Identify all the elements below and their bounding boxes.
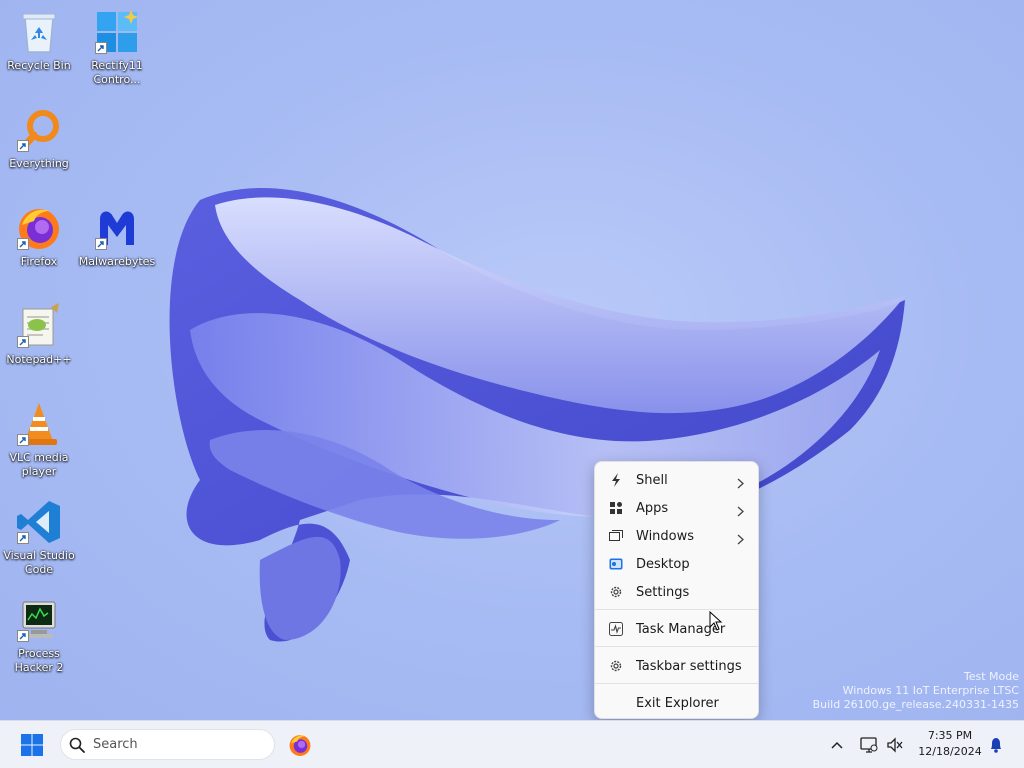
clock-time: 7:35 PM bbox=[927, 729, 973, 742]
desktop-icon-notepadpp[interactable]: Notepad++ bbox=[0, 302, 78, 367]
shell-icon bbox=[609, 473, 623, 487]
notepad-plus-plus-icon bbox=[15, 302, 63, 350]
search-icon bbox=[69, 737, 85, 753]
menu-item-settings[interactable]: Settings bbox=[599, 578, 754, 606]
shortcut-arrow-icon bbox=[95, 238, 107, 250]
search-placeholder: Search bbox=[93, 737, 138, 752]
shortcut-arrow-icon bbox=[17, 336, 29, 348]
desktop-icon-vlc[interactable]: VLC media player bbox=[0, 400, 78, 479]
menu-item-windows[interactable]: Windows bbox=[599, 522, 754, 550]
shortcut-arrow-icon bbox=[17, 140, 29, 152]
vscode-icon bbox=[15, 498, 63, 546]
menu-item-task-manager[interactable]: Task Manager bbox=[599, 615, 754, 643]
menu-item-exit-explorer[interactable]: Exit Explorer bbox=[599, 689, 754, 717]
menu-item-label: Shell bbox=[636, 472, 668, 488]
show-hidden-icons-button[interactable] bbox=[830, 733, 844, 761]
windows-logo-icon bbox=[21, 734, 43, 756]
desktop-icon-label: Recycle Bin bbox=[7, 59, 71, 72]
firefox-icon bbox=[289, 735, 311, 756]
menu-item-taskbar-settings[interactable]: Taskbar settings bbox=[599, 652, 754, 680]
desktop-icon-label: VLC media player bbox=[9, 451, 69, 478]
desktop-icon-label: Everything bbox=[9, 157, 69, 170]
network-icon bbox=[860, 737, 878, 753]
menu-separator bbox=[595, 683, 758, 684]
taskbar-app-firefox[interactable] bbox=[288, 733, 312, 757]
menu-item-label: Settings bbox=[636, 584, 690, 600]
chevron-up-icon bbox=[831, 741, 843, 749]
menu-item-label: Windows bbox=[636, 528, 695, 544]
menu-item-label: Taskbar settings bbox=[636, 658, 742, 674]
task-manager-icon bbox=[609, 622, 623, 636]
volume-muted-icon bbox=[887, 737, 903, 753]
menu-item-label: Desktop bbox=[636, 556, 690, 572]
gear-icon bbox=[609, 659, 623, 673]
taskbar-search-box[interactable]: Search bbox=[60, 729, 275, 760]
mouse-cursor-icon bbox=[709, 611, 723, 631]
desktop-icon-firefox[interactable]: Firefox bbox=[0, 204, 78, 269]
start-button[interactable] bbox=[20, 733, 44, 757]
bell-icon bbox=[991, 738, 1001, 753]
desktop-icon-recycle-bin[interactable]: Recycle Bin bbox=[0, 8, 78, 73]
desktop-icon-malwarebytes[interactable]: Malwarebytes bbox=[78, 204, 156, 269]
shortcut-arrow-icon bbox=[17, 532, 29, 544]
menu-separator bbox=[595, 646, 758, 647]
apps-grid-icon bbox=[609, 501, 623, 515]
menu-item-apps[interactable]: Apps bbox=[599, 494, 754, 522]
shortcut-arrow-icon bbox=[17, 434, 29, 446]
everything-search-icon bbox=[15, 106, 63, 154]
gear-icon bbox=[609, 585, 623, 599]
menu-item-desktop[interactable]: Desktop bbox=[599, 550, 754, 578]
recycle-bin-icon bbox=[15, 8, 63, 56]
desktop-icon bbox=[609, 557, 623, 571]
firefox-icon bbox=[15, 204, 63, 252]
desktop-icon-everything[interactable]: Everything bbox=[0, 106, 78, 171]
menu-item-label: Exit Explorer bbox=[636, 695, 719, 711]
notifications-button[interactable] bbox=[988, 733, 1004, 761]
desktop-icon-process-hacker[interactable]: Process Hacker 2 bbox=[0, 596, 78, 675]
malwarebytes-icon bbox=[93, 204, 141, 252]
taskbar: Search 7:35 PM 12/18/2024 bbox=[0, 720, 1024, 768]
desktop-icon-label: Notepad++ bbox=[6, 353, 72, 366]
shortcut-arrow-icon bbox=[17, 630, 29, 642]
rectify11-control-panel-icon bbox=[93, 8, 141, 56]
shortcut-arrow-icon bbox=[95, 42, 107, 54]
process-hacker-icon bbox=[15, 596, 63, 644]
desktop-icon-vscode[interactable]: Visual Studio Code bbox=[0, 498, 78, 577]
volume-tray-button[interactable] bbox=[886, 733, 904, 761]
desktop[interactable]: Recycle Bin Rectify11 Contro... Everythi… bbox=[0, 0, 1024, 720]
shortcut-arrow-icon bbox=[17, 238, 29, 250]
desktop-icon-label: Firefox bbox=[20, 255, 58, 268]
chevron-right-icon bbox=[737, 530, 744, 549]
chevron-right-icon bbox=[737, 474, 744, 493]
watermark-line: Build 26100.ge_release.240331-1435 bbox=[812, 698, 1019, 711]
taskbar-context-menu: Shell Apps Windows Desktop Settings Task… bbox=[594, 461, 759, 719]
menu-separator bbox=[595, 609, 758, 610]
vlc-icon bbox=[15, 400, 63, 448]
taskbar-clock[interactable]: 7:35 PM 12/18/2024 bbox=[916, 728, 984, 760]
desktop-icon-label: Rectify11 Contro... bbox=[91, 59, 143, 86]
menu-item-icon-placeholder bbox=[609, 696, 623, 710]
menu-item-label: Apps bbox=[636, 500, 669, 516]
desktop-icon-rectify11[interactable]: Rectify11 Contro... bbox=[78, 8, 156, 87]
watermark-line: Windows 11 IoT Enterprise LTSC bbox=[842, 684, 1019, 697]
menu-item-shell[interactable]: Shell bbox=[599, 466, 754, 494]
desktop-icon-label: Visual Studio Code bbox=[3, 549, 75, 576]
test-mode-watermark: Test Mode Windows 11 IoT Enterprise LTSC… bbox=[813, 670, 1019, 712]
watermark-line: Test Mode bbox=[963, 670, 1019, 683]
windows-icon bbox=[609, 529, 623, 543]
desktop-icon-label: Process Hacker 2 bbox=[14, 647, 64, 674]
chevron-right-icon bbox=[737, 502, 744, 521]
desktop-icon-label: Malwarebytes bbox=[78, 255, 156, 268]
wallpaper-bloom bbox=[169, 188, 906, 642]
clock-date: 12/18/2024 bbox=[918, 745, 982, 758]
network-tray-button[interactable] bbox=[860, 733, 878, 761]
